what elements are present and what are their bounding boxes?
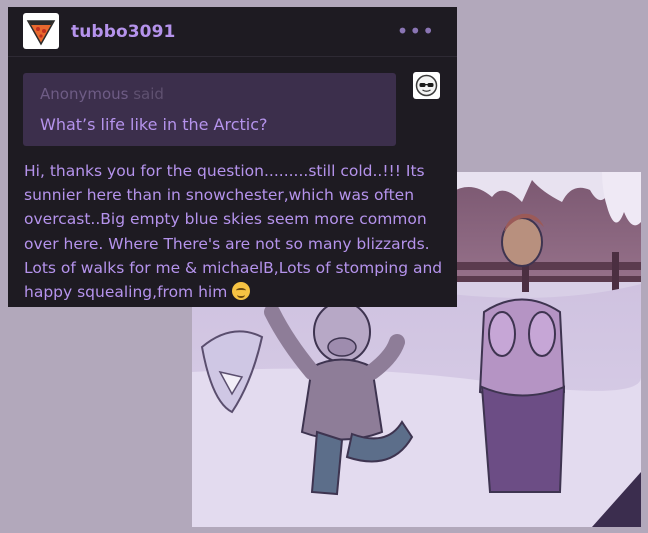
asker-said: said bbox=[133, 85, 164, 103]
blog-username[interactable]: tubbo3091 bbox=[71, 22, 175, 42]
ask-bubble: Anonymous said What’s life like in the A… bbox=[23, 73, 396, 146]
blog-avatar[interactable] bbox=[23, 13, 59, 49]
ellipsis-icon[interactable]: ••• bbox=[397, 21, 435, 41]
answer-text: Hi, thanks you for the question.........… bbox=[24, 159, 444, 304]
asker-avatar bbox=[413, 72, 440, 99]
answer-body: Hi, thanks you for the question.........… bbox=[24, 162, 443, 302]
sunglasses-avatar-icon bbox=[415, 74, 438, 97]
post-header: tubbo3091 ••• bbox=[23, 12, 442, 52]
smiling-face-emoji-icon bbox=[232, 282, 251, 301]
ask-question: What’s life like in the Arctic? bbox=[40, 115, 268, 134]
asker-name: Anonymous bbox=[40, 85, 129, 103]
pizza-slice-avatar-icon bbox=[26, 20, 56, 46]
header-divider bbox=[8, 56, 457, 57]
asker-line: Anonymous said bbox=[40, 85, 164, 103]
post-card: tubbo3091 ••• Anonymous said What’s life… bbox=[8, 7, 457, 307]
